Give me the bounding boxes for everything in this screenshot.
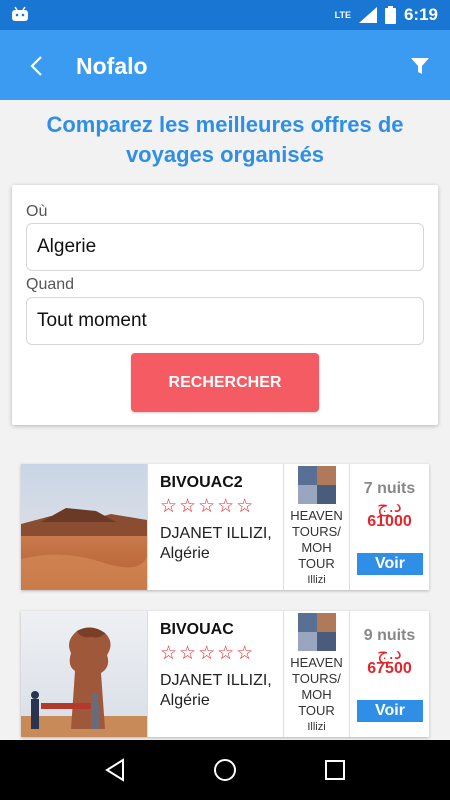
filter-icon — [411, 58, 429, 74]
agency-name-line-5: Illizi — [307, 721, 326, 733]
result-card[interactable]: BIVOUAC2 ☆☆☆☆☆ DJANET ILLIZI, Algérie HE… — [21, 464, 429, 590]
search-card: Où Algerie Quand Tout moment RECHERCHER — [12, 185, 438, 425]
agency-name-line-2: TOURS/ — [292, 524, 341, 539]
price-column: 7 nuits د.ج 61000 Voir — [349, 464, 429, 590]
location-line-2: Algérie — [160, 692, 210, 709]
filter-button[interactable] — [406, 52, 434, 80]
agency-name-line-1: HEAVEN — [290, 655, 343, 670]
location-line-1: DJANET ILLIZI, — [160, 672, 272, 689]
price-column: 9 nuits د.ج 67500 Voir — [349, 611, 429, 737]
agency-logo — [297, 466, 336, 504]
home-circle-icon — [214, 759, 236, 781]
location-line-1: DJANET ILLIZI, — [160, 525, 272, 542]
back-button[interactable] — [20, 50, 52, 82]
status-bar: LTE 6:19 — [0, 0, 450, 30]
nav-recents-button[interactable] — [315, 750, 355, 790]
offer-name: BIVOUAC2 — [160, 474, 243, 491]
offer-location: DJANET ILLIZI, Algérie — [160, 671, 283, 711]
agency-name-line-2: TOURS/ — [292, 671, 341, 686]
agency-column: HEAVEN TOURS/ MOH TOUR Illizi — [283, 611, 349, 737]
voir-button[interactable]: Voir — [357, 553, 423, 575]
chevron-left-icon — [30, 56, 42, 76]
nav-back-button[interactable] — [95, 750, 135, 790]
app-bar: Nofalo — [0, 30, 450, 100]
android-icon — [12, 6, 28, 21]
system-nav-bar — [0, 740, 450, 800]
where-field[interactable]: Algerie — [26, 223, 424, 271]
search-button[interactable]: RECHERCHER — [131, 353, 319, 412]
offer-price: 67500 — [367, 660, 412, 677]
agency-logo — [297, 613, 336, 651]
headline-line-2: voyages organisés — [125, 142, 325, 167]
agency-column: HEAVEN TOURS/ MOH TOUR Illizi — [283, 464, 349, 590]
battery-icon — [384, 6, 396, 24]
agency-name-line-3: MOH — [301, 687, 332, 702]
offer-price: 61000 — [367, 513, 412, 530]
agency-name-line-3: MOH — [301, 540, 332, 555]
agency-name-line-4: TOUR — [298, 703, 335, 718]
clock: 6:19 — [403, 5, 438, 24]
offer-name: BIVOUAC — [160, 621, 234, 638]
result-card[interactable]: BIVOUAC ☆☆☆☆☆ DJANET ILLIZI, Algérie HEA… — [21, 611, 429, 737]
app-title: Nofalo — [76, 53, 148, 79]
offer-info: BIVOUAC2 ☆☆☆☆☆ DJANET ILLIZI, Algérie — [147, 464, 283, 590]
where-label: Où — [26, 203, 48, 220]
agency-name-line-4: TOUR — [298, 556, 335, 571]
offer-info: BIVOUAC ☆☆☆☆☆ DJANET ILLIZI, Algérie — [147, 611, 283, 737]
back-triangle-icon — [105, 758, 124, 782]
offer-photo — [21, 464, 147, 590]
voir-button[interactable]: Voir — [357, 700, 423, 722]
agency-name-line-1: HEAVEN — [290, 508, 343, 523]
offer-photo — [21, 611, 147, 737]
recents-square-icon — [325, 760, 345, 780]
rating-stars: ☆☆☆☆☆ — [160, 496, 256, 517]
nav-home-button[interactable] — [205, 750, 245, 790]
when-label: Quand — [26, 276, 75, 293]
rating-stars: ☆☆☆☆☆ — [160, 643, 256, 664]
network-type: LTE — [334, 10, 351, 20]
headline-line-1: Comparez les meilleures offres de — [46, 112, 404, 137]
location-line-2: Algérie — [160, 545, 210, 562]
when-field[interactable]: Tout moment — [26, 297, 424, 345]
page-headline: Comparez les meilleures offres de voyage… — [20, 110, 430, 170]
signal-icon — [358, 7, 377, 23]
offer-location: DJANET ILLIZI, Algérie — [160, 524, 283, 564]
agency-name-line-5: Illizi — [307, 574, 326, 586]
